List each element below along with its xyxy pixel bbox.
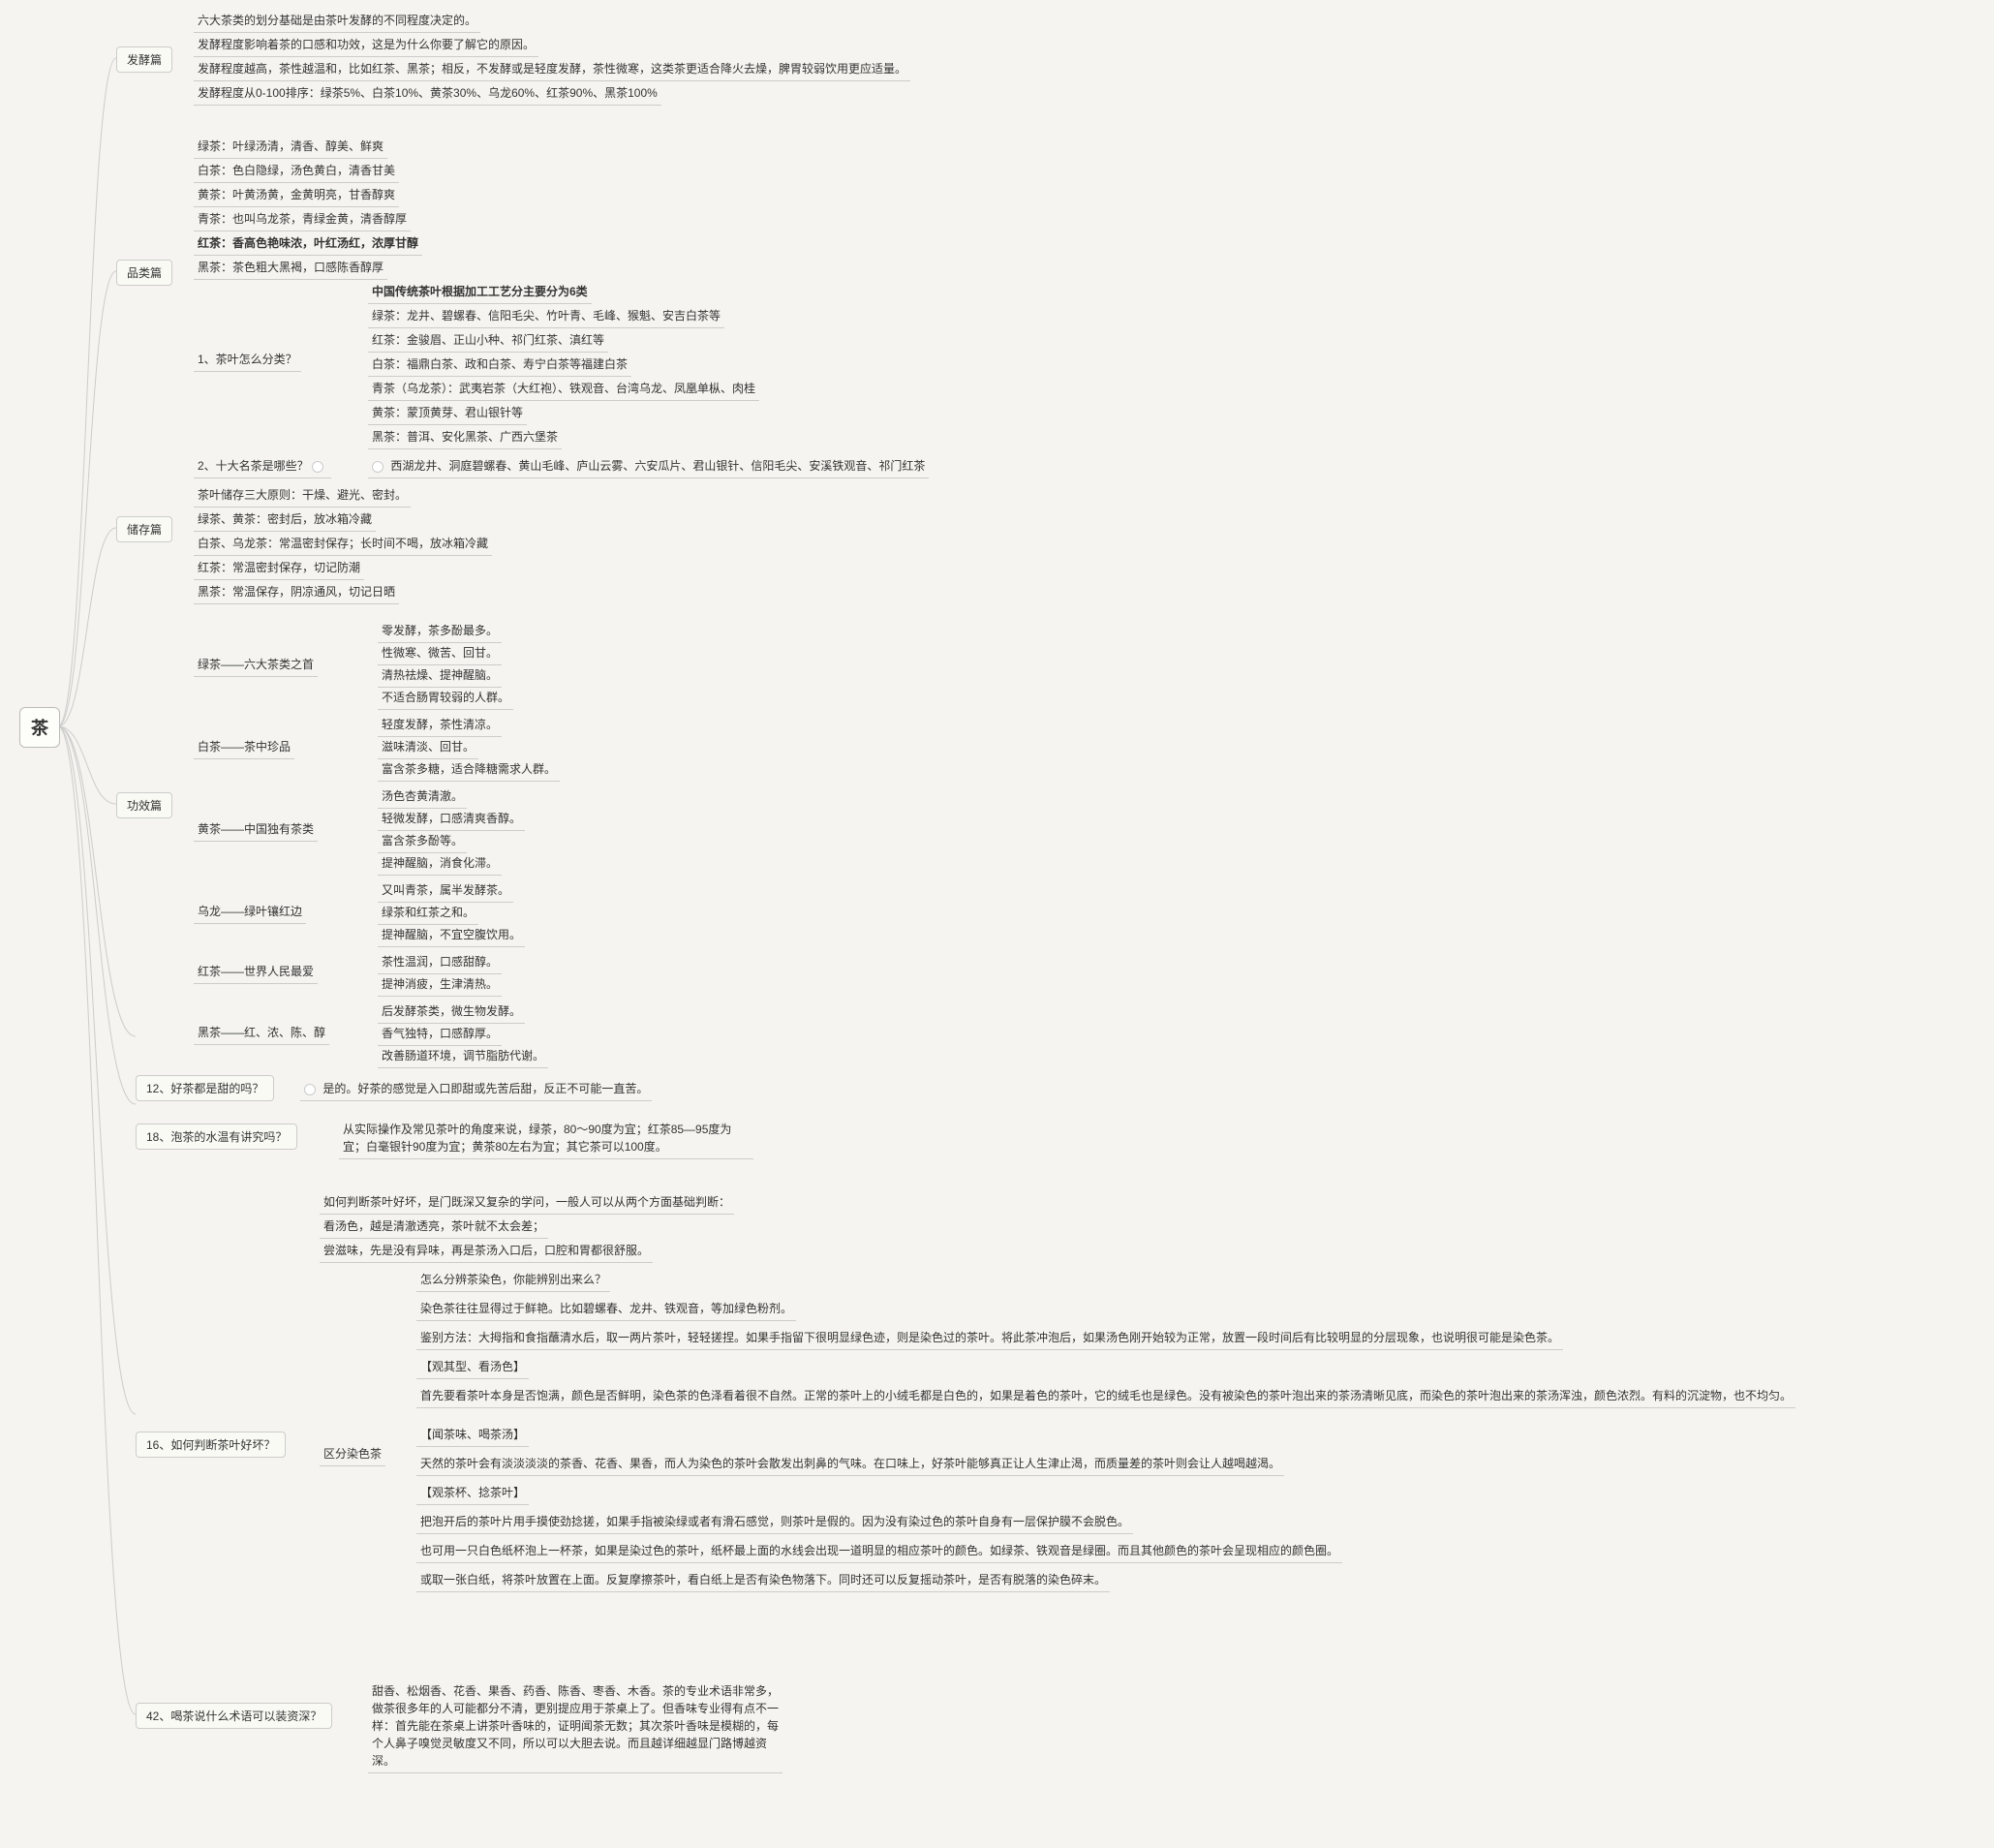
q16-dye: 或取一张白纸，将茶叶放置在上面。反复摩擦茶叶，看白纸上是否有染色物落下。同时还可… <box>416 1569 1110 1592</box>
q16-dye-label[interactable]: 区分染色茶 <box>320 1443 385 1466</box>
q16-dye: 染色茶往往显得过于鲜艳。比如碧螺春、龙井、铁观音，等加绿色粉剂。 <box>416 1298 796 1321</box>
category-q1-item: 白茶：福鼎白茶、政和白茶、寿宁白茶等福建白茶 <box>368 354 631 377</box>
effect-pt: 提神醒脑，消食化滞。 <box>378 852 502 876</box>
effect-tea[interactable]: 绿茶——六大茶类之首 <box>194 654 318 677</box>
node-effect[interactable]: 功效篇 <box>116 792 172 818</box>
effect-tea[interactable]: 红茶——世界人民最爱 <box>194 961 318 984</box>
node-fermentation-label: 发酵篇 <box>127 53 162 67</box>
storage-line: 红茶：常温密封保存，切记防潮 <box>194 557 364 580</box>
effect-pt: 性微寒、微苦、回甘。 <box>378 642 502 665</box>
q12-answer-text: 是的。好茶的感觉是入口即甜或先苦后甜，反正不可能一直苦。 <box>322 1082 648 1095</box>
category-q1-item: 黑茶：普洱、安化黑茶、广西六堡茶 <box>368 426 562 449</box>
category-q1-item: 黄茶：蒙顶黄芽、君山银针等 <box>368 402 527 425</box>
node-fermentation[interactable]: 发酵篇 <box>116 46 172 73</box>
node-q16-label: 16、如何判断茶叶好坏？ <box>146 1438 275 1452</box>
q16-dye: 【观其型、看汤色】 <box>416 1356 529 1379</box>
category-line: 青茶：也叫乌龙茶，青绿金黄，清香醇厚 <box>194 208 411 231</box>
effect-tea[interactable]: 白茶——茶中珍品 <box>194 736 294 759</box>
category-q2-ans: 西湖龙井、洞庭碧螺春、黄山毛峰、庐山云雾、六安瓜片、君山银针、信阳毛尖、安溪铁观… <box>368 455 929 478</box>
category-q2[interactable]: 2、十大名茶是哪些？ <box>194 455 331 478</box>
node-storage[interactable]: 储存篇 <box>116 516 172 542</box>
node-q18[interactable]: 18、泡茶的水温有讲究吗？ <box>136 1124 297 1150</box>
q16-dye: 也可用一只白色纸杯泡上一杯茶，如果是染过色的茶叶，纸杯最上面的水线会出现一道明显… <box>416 1540 1342 1563</box>
effect-pt: 不适合肠胃较弱的人群。 <box>378 687 513 710</box>
effect-pt: 茶性温润，口感甜醇。 <box>378 951 502 974</box>
category-q1-head: 中国传统茶叶根据加工工艺分主要分为6类 <box>368 281 592 304</box>
category-q1-item: 青茶（乌龙茶）：武夷岩茶（大红袍）、铁观音、台湾乌龙、凤凰单枞、肉桂 <box>368 378 759 401</box>
effect-pt: 提神消疲，生津清热。 <box>378 973 502 997</box>
storage-line: 茶叶储存三大原则：干燥、避光、密封。 <box>194 484 411 508</box>
node-q42-label: 42、喝茶说什么术语可以装资深？ <box>146 1709 322 1723</box>
q16-dye: 【观茶杯、捻茶叶】 <box>416 1482 529 1505</box>
q16-dye: 天然的茶叶会有淡淡淡淡的茶香、花香、果香，而人为染色的茶叶会散发出刺鼻的气味。在… <box>416 1453 1284 1476</box>
root-node[interactable]: 茶 <box>19 707 60 748</box>
node-storage-label: 储存篇 <box>127 523 162 537</box>
effect-tea[interactable]: 黄茶——中国独有茶类 <box>194 818 318 842</box>
q12-answer: 是的。好茶的感觉是入口即甜或先苦后甜，反正不可能一直苦。 <box>300 1078 652 1101</box>
effect-tea[interactable]: 乌龙——绿叶镶红边 <box>194 901 306 924</box>
effect-pt: 滋味清淡、回甘。 <box>378 736 478 759</box>
node-effect-label: 功效篇 <box>127 799 162 813</box>
storage-line: 白茶、乌龙茶：常温密封保存；长时间不喝，放冰箱冷藏 <box>194 533 492 556</box>
effect-pt: 轻度发酵，茶性清凉。 <box>378 714 502 737</box>
q16-dye: 鉴别方法：大拇指和食指蘸清水后，取一两片茶叶，轻轻搓捏。如果手指留下很明显绿色迹… <box>416 1327 1563 1350</box>
node-q12-label: 12、好茶都是甜的吗？ <box>146 1082 263 1095</box>
category-line: 绿茶：叶绿汤清，清香、醇美、鲜爽 <box>194 136 387 159</box>
q16-dye: 首先要看茶叶本身是否饱满，颜色是否鲜明，染色茶的色泽看着很不自然。正常的茶叶上的… <box>416 1385 1795 1408</box>
fermentation-line: 六大茶类的划分基础是由茶叶发酵的不同程度决定的。 <box>194 10 480 33</box>
q16-dye: 把泡开后的茶叶片用手摸使劲捻搓，如果手指被染绿或者有滑石感觉，则茶叶是假的。因为… <box>416 1511 1133 1534</box>
effect-pt: 零发酵，茶多酚最多。 <box>378 620 502 643</box>
category-line-bold: 红茶：香高色艳味浓，叶红汤红，浓厚甘醇 <box>194 232 422 256</box>
node-category[interactable]: 品类篇 <box>116 260 172 286</box>
effect-pt: 绿茶和红茶之和。 <box>378 902 478 925</box>
effect-pt: 轻微发酵，口感清爽香醇。 <box>378 808 525 831</box>
q16-dye: 怎么分辨茶染色，你能辨别出来么？ <box>416 1269 610 1292</box>
category-q2-text: 2、十大名茶是哪些？ <box>198 459 309 473</box>
q42-answer: 甜香、松烟香、花香、果香、药香、陈香、枣香、木香。茶的专业术语非常多，做茶很多年… <box>368 1680 782 1773</box>
node-q12[interactable]: 12、好茶都是甜的吗？ <box>136 1075 274 1101</box>
q16-dye: 【闻茶味、喝茶汤】 <box>416 1424 529 1447</box>
fermentation-line: 发酵程度从0-100排序：绿茶5%、白茶10%、黄茶30%、乌龙60%、红茶90… <box>194 82 661 106</box>
effect-pt: 富含茶多糖，适合降糖需求人群。 <box>378 758 560 782</box>
node-q42[interactable]: 42、喝茶说什么术语可以装资深？ <box>136 1703 332 1729</box>
category-q1[interactable]: 1、茶叶怎么分类？ <box>194 349 301 372</box>
category-q1-item: 红茶：金骏眉、正山小种、祁门红茶、滇红等 <box>368 329 608 353</box>
category-line: 黄茶：叶黄汤黄，金黄明亮，甘香醇爽 <box>194 184 399 207</box>
effect-pt: 改善肠道环境，调节脂肪代谢。 <box>378 1045 548 1068</box>
badge-icon <box>372 461 383 473</box>
node-q16[interactable]: 16、如何判断茶叶好坏？ <box>136 1432 286 1458</box>
category-q2-ans-text: 西湖龙井、洞庭碧螺春、黄山毛峰、庐山云雾、六安瓜片、君山银针、信阳毛尖、安溪铁观… <box>390 459 925 473</box>
q18-answer: 从实际操作及常见茶叶的角度来说，绿茶，80～90度为宜；红茶85—95度为宜；白… <box>339 1119 753 1159</box>
effect-pt: 提神醒脑，不宜空腹饮用。 <box>378 924 525 947</box>
node-q18-label: 18、泡茶的水温有讲究吗？ <box>146 1130 287 1144</box>
effect-pt: 汤色杏黄清澈。 <box>378 785 467 809</box>
effect-pt: 又叫青茶，属半发酵茶。 <box>378 879 513 903</box>
storage-line: 绿茶、黄茶：密封后，放冰箱冷藏 <box>194 508 376 532</box>
effect-pt: 清热祛燥、提神醒脑。 <box>378 664 502 688</box>
badge-icon <box>304 1084 316 1095</box>
q16-intro: 尝滋味，先是没有异味，再是茶汤入口后，口腔和胃都很舒服。 <box>320 1240 653 1263</box>
root-label: 茶 <box>31 715 48 740</box>
node-category-label: 品类篇 <box>127 266 162 280</box>
effect-pt: 后发酵茶类，微生物发酵。 <box>378 1001 525 1024</box>
storage-line: 黑茶：常温保存，阴凉通风，切记日晒 <box>194 581 399 604</box>
effect-pt: 香气独特，口感醇厚。 <box>378 1023 502 1046</box>
q16-intro: 如何判断茶叶好坏，是门既深又复杂的学问，一般人可以从两个方面基础判断： <box>320 1191 734 1215</box>
fermentation-line: 发酵程度影响着茶的口感和功效，这是为什么你要了解它的原因。 <box>194 34 538 57</box>
category-q1-item: 绿茶：龙井、碧螺春、信阳毛尖、竹叶青、毛峰、猴魁、安吉白茶等 <box>368 305 724 328</box>
fermentation-line: 发酵程度越高，茶性越温和，比如红茶、黑茶；相反，不发酵或是轻度发酵，茶性微寒，这… <box>194 58 910 81</box>
badge-icon <box>312 461 323 473</box>
q16-intro: 看汤色，越是清澈透亮，茶叶就不太会差； <box>320 1216 548 1239</box>
effect-tea[interactable]: 黑茶——红、浓、陈、醇 <box>194 1022 329 1045</box>
category-line: 黑茶：茶色粗大黑褐，口感陈香醇厚 <box>194 257 387 280</box>
category-line: 白茶：色白隐绿，汤色黄白，清香甘美 <box>194 160 399 183</box>
effect-pt: 富含茶多酚等。 <box>378 830 467 853</box>
